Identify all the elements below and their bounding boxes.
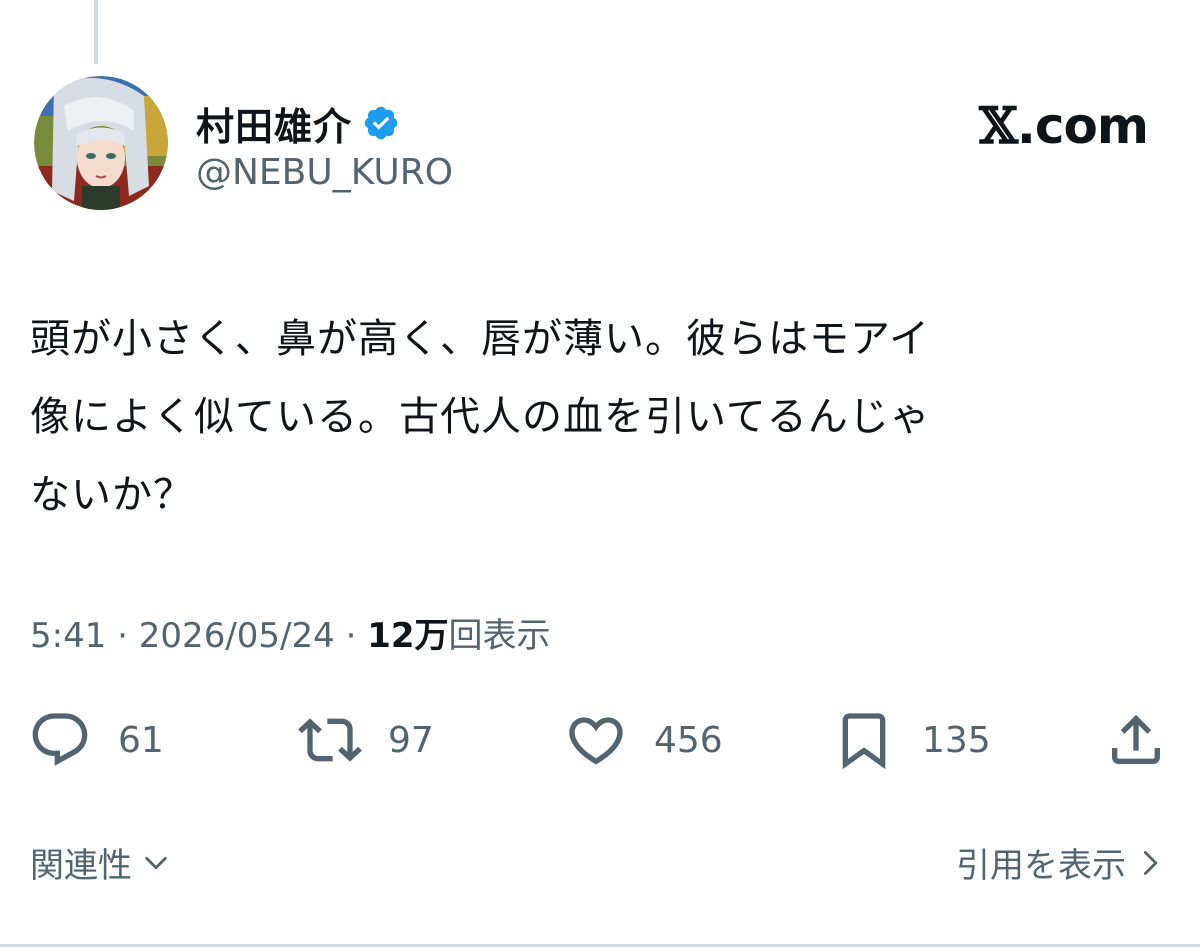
heart-icon <box>569 717 623 765</box>
meta-separator: · <box>334 616 368 656</box>
thread-connector-line <box>94 0 98 64</box>
reply-button[interactable]: 61 <box>28 700 164 780</box>
tweet-text: 頭が小さく、鼻が高く、唇が薄い。彼らはモアイ 像によく似ている。古代人の血を引い… <box>30 300 1160 534</box>
retweet-icon <box>298 718 362 762</box>
author-display-name[interactable]: 村田雄介 <box>196 96 352 151</box>
relevance-sort-button[interactable]: 関連性 <box>30 838 170 887</box>
x-com-logo: 𝕏.com <box>979 96 1149 155</box>
share-button[interactable] <box>1104 700 1168 780</box>
tweet-text-line: 頭が小さく、鼻が高く、唇が薄い。彼らはモアイ <box>30 316 930 362</box>
bookmark-icon <box>842 713 886 770</box>
bookmark-count: 135 <box>922 719 991 761</box>
tweet-actions: 61 97 456 135 <box>28 700 1168 780</box>
verified-badge-icon <box>364 106 398 140</box>
x-logo-glyph: 𝕏 <box>979 96 1018 155</box>
author-name-row[interactable]: 村田雄介 <box>196 92 400 154</box>
retweet-count: 97 <box>388 719 434 761</box>
tweet-text-line: ないか？ <box>30 472 194 518</box>
tweet-text-line: 像によく似ている。古代人の血を引いてるんじゃ <box>30 394 931 440</box>
share-icon <box>1112 714 1160 764</box>
views-label: 回表示 <box>448 616 551 656</box>
views-count: 12万 <box>367 616 449 656</box>
avatar[interactable] <box>34 76 168 210</box>
chevron-down-icon <box>145 856 167 869</box>
reply-icon <box>32 713 88 766</box>
like-count: 456 <box>654 719 723 761</box>
view-quotes-label: 引用を表示 <box>956 846 1126 886</box>
tweet-meta: 5:41 · 2026/05/24 · 12万回表示 <box>30 608 551 657</box>
tweet-date[interactable]: 2026/05/24 <box>139 616 335 656</box>
meta-separator: · <box>106 616 139 656</box>
view-quotes-link[interactable]: 引用を表示 <box>956 838 1164 887</box>
author-handle[interactable]: @NEBU_KURO <box>196 152 453 193</box>
relevance-label: 関連性 <box>30 846 132 886</box>
bookmark-button[interactable]: 135 <box>832 700 991 780</box>
retweet-button[interactable]: 97 <box>298 700 434 780</box>
x-logo-suffix: .com <box>1016 97 1149 155</box>
reply-count: 61 <box>118 719 164 761</box>
tweet-time[interactable]: 5:41 <box>30 616 106 656</box>
like-button[interactable]: 456 <box>564 700 723 780</box>
chevron-right-icon <box>1143 850 1158 875</box>
